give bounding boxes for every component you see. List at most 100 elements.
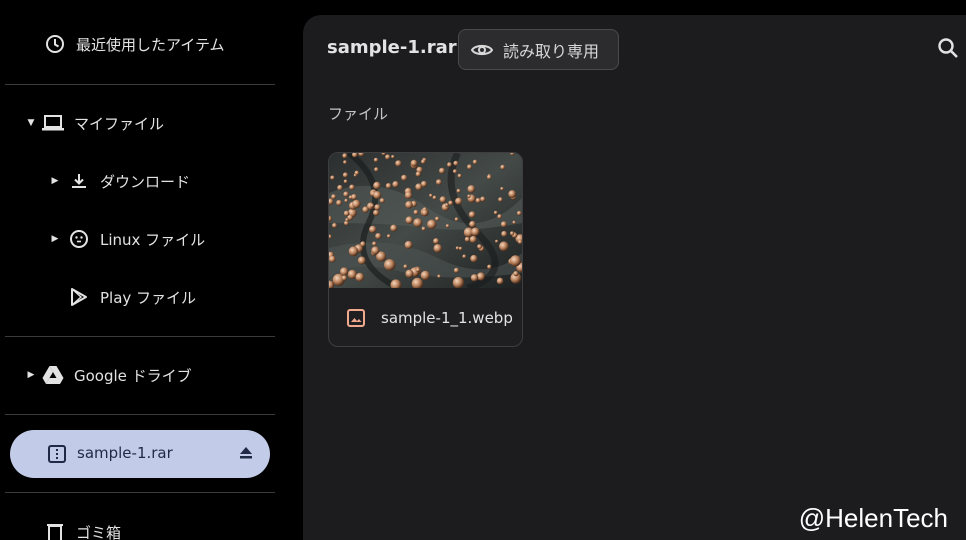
thumbnail-bead xyxy=(455,246,460,250)
thumbnail-bead xyxy=(391,155,395,159)
thumbnail-bead xyxy=(373,157,379,163)
thumbnail-bead xyxy=(453,267,460,273)
thumbnail-bead xyxy=(374,167,379,172)
thumbnail-bead xyxy=(470,254,478,263)
thumbnail-bead xyxy=(497,214,502,219)
thumbnail-bead xyxy=(421,209,429,217)
thumbnail-bead xyxy=(427,219,437,229)
caret-right-icon[interactable]: ▶ xyxy=(24,370,38,380)
thumbnail-bead xyxy=(343,210,350,217)
thumbnail-bead xyxy=(386,234,391,238)
thumbnail-bead xyxy=(373,191,382,200)
thumbnail-bead xyxy=(360,241,366,247)
readonly-label: 読み取り専用 xyxy=(503,41,600,61)
caret-right-icon[interactable]: ▶ xyxy=(48,234,62,244)
search-icon[interactable] xyxy=(937,37,961,61)
thumbnail-bead xyxy=(370,204,374,208)
sidebar-item-linux[interactable]: ▶ Linux ファイル xyxy=(48,221,205,257)
sidebar-item-downloads[interactable]: ▶ ダウンロード xyxy=(48,163,190,199)
thumbnail-bead xyxy=(448,200,454,206)
eject-icon[interactable] xyxy=(238,444,254,466)
watermark: @HelenTech xyxy=(798,503,948,533)
sidebar-item-label: Google ドライブ xyxy=(74,366,192,385)
file-card[interactable]: sample-1_1.webp xyxy=(328,152,523,347)
file-name: sample-1_1.webp xyxy=(381,309,513,327)
sidebar: 最近使用したアイテム ▼ マイファイル ▶ ダウンロード ▶ Linux ファイ… xyxy=(0,0,290,540)
thumbnail-bead xyxy=(421,159,426,164)
divider xyxy=(5,336,275,337)
thumbnail-bead xyxy=(403,264,408,269)
thumbnail-bead xyxy=(452,277,465,288)
divider xyxy=(5,414,275,415)
sidebar-item-trash[interactable]: ゴミ箱 xyxy=(44,514,121,540)
thumbnail-bead xyxy=(487,264,492,269)
thumbnail-bead xyxy=(444,203,449,207)
thumbnail-bead xyxy=(435,179,442,185)
thumbnail-bead xyxy=(342,153,348,159)
sidebar-item-label: マイファイル xyxy=(74,114,165,133)
thumbnail-bead xyxy=(355,272,365,282)
thumbnail-bead xyxy=(332,223,338,228)
thumbnail-bead xyxy=(352,199,361,209)
thumbnail-bead xyxy=(437,274,441,278)
play-store-icon xyxy=(68,286,90,308)
sidebar-item-play[interactable]: Play ファイル xyxy=(68,279,196,315)
sidebar-item-recent[interactable]: 最近使用したアイテム xyxy=(44,26,225,62)
thumbnail-bead xyxy=(499,241,509,252)
thumbnail-bead xyxy=(390,224,398,232)
download-icon xyxy=(68,170,90,192)
thumbnail-bead xyxy=(512,220,516,225)
thumbnail-bead xyxy=(385,154,391,160)
thumbnail-bead xyxy=(421,226,426,231)
thumbnail-bead xyxy=(454,217,459,222)
archive-icon xyxy=(47,444,67,468)
thumbnail-bead xyxy=(357,256,366,265)
caret-right-icon[interactable]: ▶ xyxy=(48,176,62,186)
thumbnail-bead xyxy=(477,244,482,249)
thumbnail-bead xyxy=(348,246,359,257)
sidebar-item-google-drive[interactable]: ▶ Google ドライブ xyxy=(24,357,192,393)
thumbnail-bead xyxy=(475,197,481,204)
thumbnail-bead xyxy=(415,183,423,191)
main-panel: sample-1.rar 読み取り専用 ファイル sample-1_1.webp xyxy=(303,15,966,540)
thumbnail-bead xyxy=(476,272,485,281)
thumbnail-bead xyxy=(349,184,355,190)
thumbnail-bead xyxy=(385,183,392,189)
sidebar-item-archive[interactable]: sample-1.rar xyxy=(10,430,270,478)
thumbnail-bead xyxy=(345,218,349,222)
caret-down-icon[interactable]: ▼ xyxy=(24,118,38,128)
thumbnail-bead xyxy=(337,184,343,191)
eye-icon xyxy=(471,42,493,58)
thumbnail-bead xyxy=(433,244,443,253)
thumbnail-bead xyxy=(453,160,459,166)
thumbnail-bead xyxy=(415,171,421,177)
thumbnail-bead xyxy=(493,210,498,215)
thumbnail-bead xyxy=(435,216,440,221)
thumbnail-bead xyxy=(439,196,447,203)
thumbnail-bead xyxy=(404,191,413,199)
file-thumbnail xyxy=(329,153,522,288)
thumbnail-bead xyxy=(457,173,462,178)
divider xyxy=(5,84,275,85)
thumbnail-bead xyxy=(413,218,423,228)
divider xyxy=(5,492,275,493)
sidebar-item-my-files[interactable]: ▼ マイファイル xyxy=(24,105,164,141)
thumbnail-bead xyxy=(498,197,503,202)
thumbnail-bead xyxy=(420,270,430,281)
image-file-icon xyxy=(347,309,365,327)
thumbnail-bead xyxy=(401,174,408,181)
thumbnail-bead xyxy=(344,198,349,203)
thumbnail-bead xyxy=(413,209,419,215)
thumbnail-bead xyxy=(392,181,399,188)
thumbnail-bead xyxy=(372,241,377,246)
thumbnail-bead xyxy=(500,164,506,170)
thumbnail-bead xyxy=(429,193,433,198)
thumbnail-bead xyxy=(496,277,504,285)
thumbnail-bead xyxy=(455,197,463,205)
thumbnail-bead xyxy=(433,238,440,245)
thumbnail-bead xyxy=(464,236,470,242)
sidebar-item-label: sample-1.rar xyxy=(77,444,173,462)
thumbnail-bead xyxy=(467,164,473,170)
trash-icon xyxy=(44,521,66,540)
thumbnail-bead xyxy=(384,259,396,271)
